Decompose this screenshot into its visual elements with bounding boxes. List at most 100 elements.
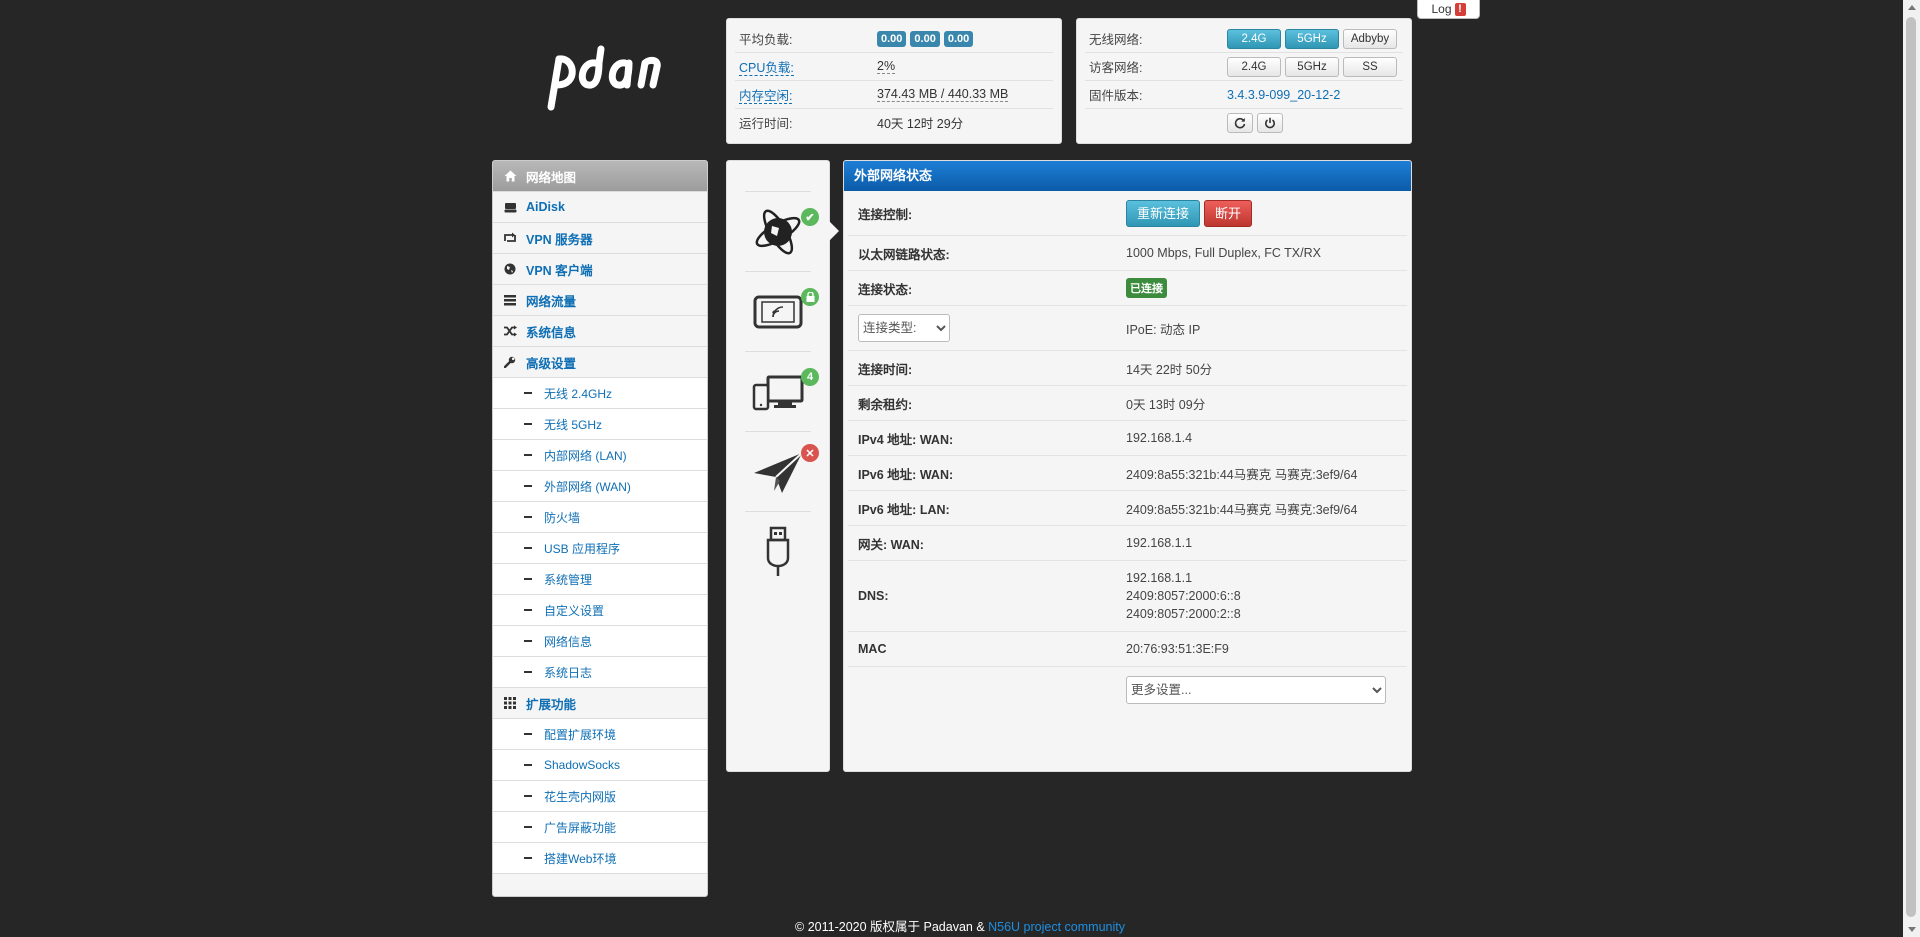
row-value: 2409:8a55:321b:44马赛克 马赛克:3ef9/64 [1126, 467, 1358, 482]
row-label: MAC [858, 642, 887, 656]
dash-icon [524, 485, 532, 487]
router-status-tile[interactable] [745, 271, 819, 352]
nav-label: 系统信息 [526, 325, 577, 340]
dash-icon [524, 826, 532, 828]
usb-icon [766, 526, 790, 576]
guest-5g-button[interactable]: 5GHz [1285, 56, 1339, 77]
adbyby-button[interactable]: Adbyby [1343, 28, 1397, 49]
load-1min: 0.00 [877, 30, 907, 47]
nav-label: USB 应用程序 [544, 541, 621, 556]
system-status-panel: 平均负载: 0.00 0.00 0.00 CPU负载: 2% 内存空闲: 374… [726, 18, 1062, 144]
usb-status-tile[interactable] [745, 511, 811, 592]
row-ipv4-wan: IPv4 地址: WAN: 192.168.1.4 [848, 421, 1407, 456]
nav-label: 网络流量 [526, 294, 577, 309]
nav-vpn-client[interactable]: VPN 客户端 [493, 254, 707, 285]
dash-icon [524, 454, 532, 456]
nav-adblock[interactable]: 广告屏蔽功能 [493, 812, 707, 843]
more-settings-select[interactable]: 更多设置... [1126, 676, 1386, 704]
nav-oray[interactable]: 花生壳内网版 [493, 781, 707, 812]
mem-row: 内存空闲: 374.43 MB / 440.33 MB [735, 81, 1053, 109]
nav-advanced[interactable]: 高级设置 [493, 347, 707, 378]
nav-label: 无线 5GHz [544, 417, 603, 432]
nav-shadowsocks[interactable]: ShadowSocks [493, 750, 707, 781]
row-label: IPv6 地址: WAN: [858, 467, 954, 482]
nav-label: VPN 服务器 [526, 232, 593, 247]
clients-status-tile[interactable]: 4 [745, 351, 819, 432]
wifi-row: 无线网络: 2.4G 5GHz Adbyby [1085, 25, 1403, 53]
nav-label: 搭建Web环境 [544, 851, 617, 866]
dns-value: 2409:8057:2000:2::8 [1126, 607, 1241, 621]
nav-extensions[interactable]: 扩展功能 [493, 688, 707, 719]
guest-24g-button[interactable]: 2.4G [1227, 56, 1281, 77]
ss-button[interactable]: SS [1343, 56, 1397, 77]
row-label: 以太网链路状态: [858, 247, 950, 262]
row-value: 14天 22时 50分 [1126, 362, 1213, 377]
network-map-icons: ✔ 4 ✕ [726, 160, 839, 772]
nav-label: 花生壳内网版 [544, 789, 617, 804]
wan-share-tile[interactable]: ✕ [745, 431, 819, 512]
internet-status-tile[interactable]: ✔ [745, 191, 819, 272]
scroll-up-icon[interactable] [1908, 5, 1916, 10]
wifi-5g-button[interactable]: 5GHz [1285, 28, 1339, 49]
memory-link[interactable]: 内存空闲: [739, 89, 793, 104]
nav-wireless-5[interactable]: 无线 5GHz [493, 409, 707, 440]
page-scrollbar[interactable] [1903, 0, 1920, 937]
wrench-icon [503, 355, 517, 369]
nav-label: ShadowSocks [544, 758, 621, 772]
connection-type-select[interactable]: 连接类型: [858, 314, 950, 342]
selection-pointer [829, 221, 839, 241]
nav-sysinfo[interactable]: 系统信息 [493, 316, 707, 347]
nav-lan[interactable]: 内部网络 (LAN) [493, 440, 707, 471]
nav-label: 网络信息 [544, 634, 593, 649]
nav-web-env[interactable]: 搭建Web环境 [493, 843, 707, 874]
row-value: 1000 Mbps, Full Duplex, FC TX/RX [1126, 246, 1321, 260]
scroll-thumb[interactable] [1906, 17, 1916, 917]
nav-label: 防火墙 [544, 510, 581, 525]
reconnect-button[interactable]: 重新连接 [1126, 199, 1201, 227]
row-connection-control: 连接控制: 重新连接 断开 [848, 191, 1407, 236]
sidebar: 网络地图 AiDisk VPN 服务器 VPN 客户端 网络流量 系统信息 高级… [492, 160, 708, 897]
nav-label: VPN 客户端 [526, 263, 593, 278]
nav-custom[interactable]: 自定义设置 [493, 595, 707, 626]
row-label: 网关: WAN: [858, 537, 924, 552]
nav-label: 内部网络 (LAN) [544, 448, 627, 463]
row-label: 剩余租约: [858, 397, 913, 412]
row-label: IPv4 地址: WAN: [858, 432, 954, 447]
log-button[interactable]: Log ! [1417, 0, 1480, 19]
dns-value: 192.168.1.1 [1126, 571, 1193, 585]
nav-syslog[interactable]: 系统日志 [493, 657, 707, 688]
nav-network-map[interactable]: 网络地图 [493, 161, 707, 192]
row-mac: MAC 20:76:93:51:3E:F9 [848, 632, 1407, 667]
uptime-row: 运行时间: 40天 12时 29分 [735, 109, 1053, 136]
guest-row: 访客网络: 2.4G 5GHz SS [1085, 53, 1403, 81]
nav-label: 配置扩展环境 [544, 727, 617, 742]
nav-label: 无线 2.4GHz [544, 386, 613, 401]
nav-vpn-server[interactable]: VPN 服务器 [493, 223, 707, 254]
internet-globe-icon [755, 209, 801, 255]
nav-aidisk[interactable]: AiDisk [493, 192, 707, 223]
nav-netinfo[interactable]: 网络信息 [493, 626, 707, 657]
nav-admin[interactable]: 系统管理 [493, 564, 707, 595]
shutdown-button[interactable] [1257, 112, 1283, 133]
row-value: 20:76:93:51:3E:F9 [1126, 642, 1229, 656]
nav-firewall[interactable]: 防火墙 [493, 502, 707, 533]
nav-wireless-24[interactable]: 无线 2.4GHz [493, 378, 707, 409]
community-link[interactable]: N56U project community [988, 920, 1125, 934]
disconnect-button[interactable]: 断开 [1204, 199, 1253, 227]
row-dns: DNS: 192.168.1.1 2409:8057:2000:6::8 240… [848, 561, 1407, 632]
nav-usb-apps[interactable]: USB 应用程序 [493, 533, 707, 564]
firmware-version-link[interactable]: 3.4.3.9-099_20-12-2 [1227, 88, 1340, 102]
network-status-panel: 无线网络: 2.4G 5GHz Adbyby 访客网络: 2.4G 5GHz S… [1076, 18, 1412, 144]
dash-icon [524, 547, 532, 549]
nav-traffic[interactable]: 网络流量 [493, 285, 707, 316]
reboot-button[interactable] [1227, 112, 1253, 133]
hdd-icon [503, 200, 517, 214]
load-15min: 0.00 [943, 30, 974, 47]
wifi-24g-button[interactable]: 2.4G [1227, 28, 1281, 49]
cpu-load-link[interactable]: CPU负载: [739, 61, 794, 76]
power-row [1085, 109, 1403, 136]
nav-ext-env[interactable]: 配置扩展环境 [493, 719, 707, 750]
memory-value: 374.43 MB / 440.33 MB [877, 87, 1009, 102]
nav-wan[interactable]: 外部网络 (WAN) [493, 471, 707, 502]
row-value: 192.168.1.1 [1126, 536, 1193, 550]
